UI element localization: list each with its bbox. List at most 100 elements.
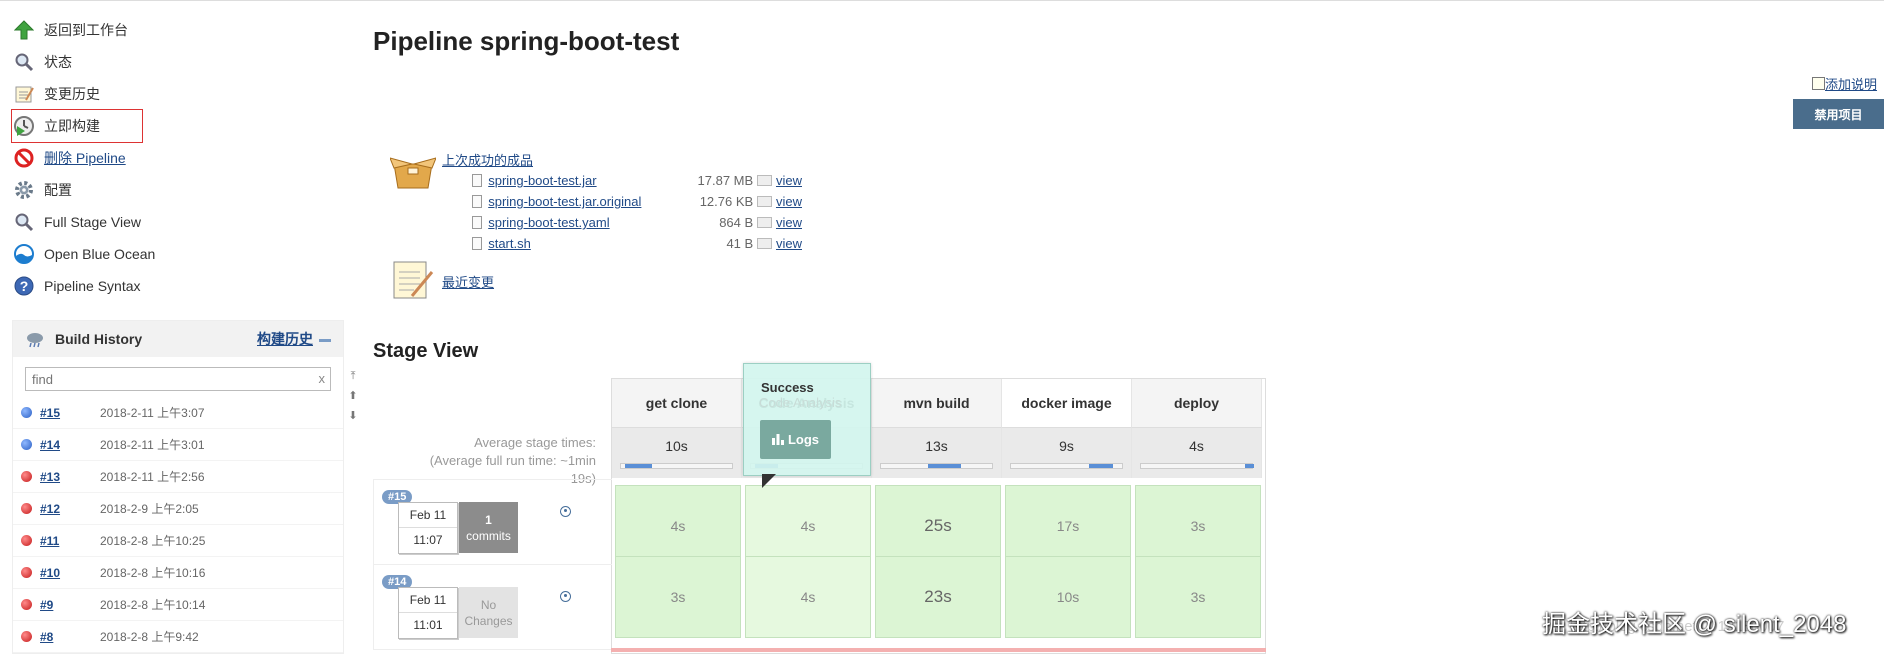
stage-cell[interactable]: 3s <box>1135 485 1261 567</box>
stage-progress-bar <box>1010 463 1123 469</box>
build-status-ball-icon <box>21 631 32 642</box>
task-change-history[interactable]: 变更历史 <box>12 78 342 110</box>
task-open-blue-ocean[interactable]: Open Blue Ocean <box>12 238 342 270</box>
task-label: Open Blue Ocean <box>44 246 156 262</box>
task-full-stage-view[interactable]: Full Stage View <box>12 206 342 238</box>
top-border <box>0 0 1884 1</box>
add-description-link[interactable]: 添加说明 <box>1812 74 1877 93</box>
scroll-down-icon[interactable]: ⬇ <box>346 406 360 426</box>
last-successful-artifacts-link[interactable]: 上次成功的成品 <box>442 150 533 169</box>
run-time: 11:01 <box>413 618 443 632</box>
artifact-row: spring-boot-test.jar.original 12.76 KB vie… <box>472 191 802 212</box>
artifact-view-link[interactable]: view <box>776 194 802 209</box>
stage-cell[interactable]: 3s <box>615 556 741 638</box>
build-status-ball-icon <box>21 503 32 514</box>
artifact-view-link[interactable]: view <box>776 173 802 188</box>
stage-progress-bar <box>880 463 993 469</box>
bar-chart-icon <box>771 434 784 445</box>
stage-cell[interactable]: 4s <box>745 485 871 567</box>
build-number-link[interactable]: #8 <box>40 630 100 644</box>
stage-cell[interactable]: 4s <box>615 485 741 567</box>
task-configure[interactable]: 配置 <box>12 174 342 206</box>
stage-header: mvn build <box>872 379 1002 427</box>
fingerprint-icon[interactable] <box>757 238 772 249</box>
stage-header: get clone <box>612 379 742 427</box>
stage-cell[interactable]: 10s <box>1005 556 1131 638</box>
fingerprint-icon[interactable] <box>757 196 772 207</box>
avg-line-2: (Average full run time: ~1min <box>429 453 596 468</box>
artifact-link[interactable]: spring-boot-test.jar.original <box>488 194 667 209</box>
trend-icon <box>319 338 331 342</box>
artifact-size: 864 B <box>719 215 754 230</box>
find-box: x <box>25 367 331 391</box>
run-info-icon[interactable] <box>560 591 571 602</box>
artifact-view-link[interactable]: view <box>776 236 802 251</box>
stage-cell[interactable]: 4s <box>745 556 871 638</box>
build-status-ball-icon <box>21 599 32 610</box>
run-row: #14 Feb 11 11:01 No Changes <box>373 564 612 650</box>
clock-play-icon <box>12 114 36 138</box>
build-date: 2018-2-8 上午10:16 <box>100 566 206 580</box>
build-number-link[interactable]: #10 <box>40 566 100 580</box>
artifact-link[interactable]: spring-boot-test.jar <box>488 173 667 188</box>
build-list: #15 2018-2-11 上午3:07 #14 2018-2-11 上午3:01 #1… <box>13 397 343 653</box>
task-pipeline-syntax[interactable]: ? Pipeline Syntax <box>12 270 342 302</box>
stage-runs: #15 Feb 11 11:07 1 commits #14 Feb 11 11:01 No Ch… <box>373 479 612 652</box>
clear-search-icon[interactable]: x <box>319 371 326 386</box>
build-trend-link[interactable]: 构建历史 <box>257 329 331 349</box>
add-description-label: 添加说明 <box>1825 77 1878 92</box>
build-status-ball-icon <box>21 407 32 418</box>
stage-average-time: 13s <box>925 438 948 454</box>
build-row: #11 2018-2-8 上午10:25 <box>13 525 343 557</box>
help-icon: ? <box>12 274 36 298</box>
task-delete-pipeline[interactable]: 删除 Pipeline <box>12 142 342 174</box>
task-build-now[interactable]: 立即构建 <box>11 109 143 143</box>
stage-cell[interactable]: 3s <box>1135 556 1261 638</box>
artifact-row: spring-boot-test.jar 17.87 MB view <box>472 170 802 191</box>
artifact-size: 17.87 MB <box>697 173 754 188</box>
build-search-input[interactable] <box>25 367 331 391</box>
build-row: #10 2018-2-8 上午10:16 <box>13 557 343 589</box>
build-number-link[interactable]: #11 <box>40 534 100 548</box>
build-row: #14 2018-2-11 上午3:01 <box>13 429 343 461</box>
task-status[interactable]: 状态 <box>12 46 342 78</box>
fingerprint-icon[interactable] <box>757 217 772 228</box>
scroll-top-icon[interactable]: ⤒ <box>346 366 360 386</box>
scroll-up-icon[interactable]: ⬆ <box>346 386 360 406</box>
build-row: #12 2018-2-9 上午2:05 <box>13 493 343 525</box>
logs-button[interactable]: Logs <box>760 420 831 459</box>
artifact-view-link[interactable]: view <box>776 215 802 230</box>
stage-average: 13s <box>872 427 1002 478</box>
stage-cell[interactable]: 25s <box>875 485 1001 567</box>
run-changes[interactable]: 1 commits <box>459 502 518 553</box>
magnifier-icon <box>12 210 36 234</box>
stage-column: get clone 10s <box>612 379 742 478</box>
stage-average-time: 9s <box>1059 438 1074 454</box>
disable-project-button[interactable]: 禁用项目 <box>1793 99 1884 129</box>
page-title: Pipeline spring-boot-test <box>373 26 680 56</box>
stage-cell[interactable]: 23s <box>875 556 1001 638</box>
artifact-row: spring-boot-test.yaml 864 B view <box>472 212 802 233</box>
artifact-link[interactable]: start.sh <box>488 236 667 251</box>
build-number-link[interactable]: #9 <box>40 598 100 612</box>
run-changes[interactable]: No Changes <box>459 587 518 638</box>
build-number-link[interactable]: #12 <box>40 502 100 516</box>
build-number-link[interactable]: #15 <box>40 406 100 420</box>
stage-cell[interactable]: 17s <box>1005 485 1131 567</box>
run-info-icon[interactable] <box>560 506 571 517</box>
build-number-link[interactable]: #13 <box>40 470 100 484</box>
artifact-link[interactable]: spring-boot-test.yaml <box>488 215 667 230</box>
changes-line-2: commits <box>466 528 511 543</box>
artifact-list: spring-boot-test.jar 17.87 MB view spring-b… <box>472 170 802 254</box>
popup-pointer <box>762 474 776 488</box>
stage-progress-bar <box>1140 463 1255 469</box>
build-number-link[interactable]: #14 <box>40 438 100 452</box>
no-entry-icon <box>12 146 36 170</box>
task-back-to-dashboard[interactable]: 返回到工作台 <box>12 14 342 46</box>
file-icon <box>472 195 483 208</box>
recent-changes-link[interactable]: 最近变更 <box>442 272 494 291</box>
stage-average: 9s <box>1002 427 1132 478</box>
changes-line-1: 1 <box>485 512 492 527</box>
fingerprint-icon[interactable] <box>757 175 772 186</box>
logs-label: Logs <box>787 432 820 447</box>
